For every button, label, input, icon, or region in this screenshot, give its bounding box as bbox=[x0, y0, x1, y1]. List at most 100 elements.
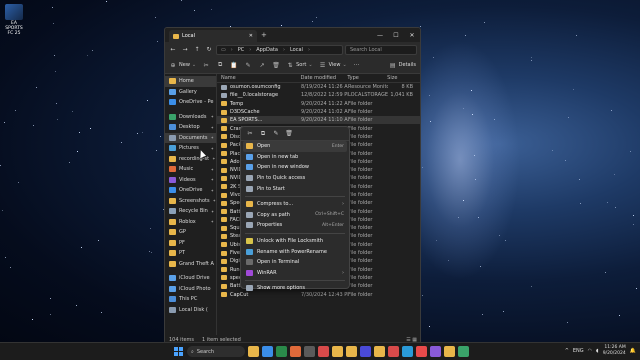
sidebar-item[interactable]: OneDrive - Pe bbox=[165, 97, 216, 108]
sidebar-item[interactable]: Grand Theft A bbox=[165, 259, 216, 270]
sidebar-item[interactable]: recording-st ✦ bbox=[165, 154, 216, 165]
menu-item[interactable]: Open in new tab bbox=[241, 152, 349, 163]
menu-item[interactable]: Open in new window bbox=[241, 162, 349, 173]
file-row[interactable]: Temp 9/20/2024 11:22 AM File folder bbox=[217, 100, 420, 108]
forward-button[interactable]: → bbox=[180, 46, 190, 53]
sidebar-item[interactable]: Pictures ✦ bbox=[165, 143, 216, 154]
sidebar-item[interactable]: This PC bbox=[165, 294, 216, 305]
close-button[interactable]: ✕ bbox=[404, 32, 420, 39]
file-row[interactable]: file__0.localstorage 12/8/2022 12:59 PM LO… bbox=[217, 91, 420, 99]
menu-item[interactable]: Rename with PowerRename bbox=[241, 246, 349, 257]
up-button[interactable]: ↑ bbox=[192, 46, 202, 53]
menu-item[interactable]: Pin to Start bbox=[241, 183, 349, 194]
sidebar-item[interactable]: Videos ✦ bbox=[165, 175, 216, 186]
menu-item[interactable]: Show more options bbox=[241, 283, 349, 294]
menu-item[interactable]: Open in Terminal bbox=[241, 257, 349, 268]
taskbar-app-icon[interactable] bbox=[304, 346, 315, 357]
close-tab-icon[interactable]: ✕ bbox=[249, 33, 253, 39]
column-date[interactable]: Date modified bbox=[301, 75, 348, 81]
paste-icon[interactable]: 📋 bbox=[230, 62, 238, 69]
sidebar-item[interactable]: PT bbox=[165, 248, 216, 259]
taskbar-app-icon[interactable] bbox=[318, 346, 329, 357]
sidebar-item[interactable]: Roblox ✦ bbox=[165, 217, 216, 228]
sidebar-item[interactable]: Music ✦ bbox=[165, 164, 216, 175]
start-button[interactable] bbox=[174, 346, 184, 357]
view-button[interactable]: ☰ View ⌄ bbox=[319, 62, 347, 69]
breadcrumb-appdata[interactable]: AppData bbox=[256, 47, 278, 53]
menu-item[interactable]: WinRAR › bbox=[241, 268, 349, 279]
menu-item[interactable]: Properties Alt+Enter bbox=[241, 220, 349, 231]
sidebar-item[interactable]: OneDrive ✦ bbox=[165, 185, 216, 196]
file-row[interactable]: D3DSCache 9/20/2024 11:02 AM File folder bbox=[217, 108, 420, 116]
file-row[interactable]: osumon.osumconfig 8/19/2024 11:26 AM Resou… bbox=[217, 83, 420, 91]
menu-item[interactable]: Open Enter bbox=[243, 141, 347, 152]
file-row[interactable]: EA SPORTS... 9/20/2024 11:10 AM File folde… bbox=[217, 116, 420, 125]
sidebar-item[interactable]: GP bbox=[165, 227, 216, 238]
taskbar-app-icon[interactable] bbox=[290, 346, 301, 357]
taskbar-app-icon[interactable] bbox=[276, 346, 287, 357]
menu-item[interactable]: Unlock with File Locksmith bbox=[241, 236, 349, 247]
delete-icon[interactable]: 🗑 bbox=[285, 130, 293, 137]
notification-icon[interactable]: 🔔 bbox=[630, 348, 636, 354]
sidebar-item[interactable]: Local Disk ( bbox=[165, 305, 216, 316]
sidebar-item[interactable]: Gallery bbox=[165, 87, 216, 98]
taskbar-app-icon[interactable] bbox=[458, 346, 469, 357]
back-button[interactable]: ← bbox=[168, 46, 178, 53]
taskbar-app-icon[interactable] bbox=[402, 346, 413, 357]
new-tab-button[interactable]: + bbox=[261, 31, 267, 39]
new-button[interactable]: ⊕ New ⌄ bbox=[169, 62, 196, 69]
taskbar-app-icon[interactable] bbox=[374, 346, 385, 357]
clock[interactable]: 11:26 AM 9/20/2024 bbox=[603, 345, 626, 357]
tray-chevron-icon[interactable]: ^ bbox=[565, 348, 569, 354]
column-type[interactable]: Type bbox=[347, 75, 387, 81]
search-input[interactable]: Search Local bbox=[345, 44, 417, 55]
taskbar-app-icon[interactable] bbox=[346, 346, 357, 357]
sidebar-item[interactable]: Desktop ✦ bbox=[165, 122, 216, 133]
refresh-button[interactable]: ↻ bbox=[204, 46, 214, 53]
sidebar-item[interactable]: Downloads ✦ bbox=[165, 112, 216, 123]
taskbar-app-icon[interactable] bbox=[388, 346, 399, 357]
taskbar-app-icon[interactable] bbox=[248, 346, 259, 357]
taskbar-app-icon[interactable] bbox=[332, 346, 343, 357]
star bbox=[636, 288, 637, 289]
copy-icon[interactable]: ⧉ bbox=[259, 130, 267, 138]
taskbar-app-icon[interactable] bbox=[262, 346, 273, 357]
address-bar[interactable]: ▭ › PC › AppData › Local › bbox=[216, 44, 343, 55]
menu-item[interactable]: Copy as path Ctrl+Shift+C bbox=[241, 210, 349, 221]
share-icon[interactable]: ↗ bbox=[258, 62, 266, 69]
delete-icon[interactable]: 🗑 bbox=[272, 62, 280, 69]
tab-local[interactable]: Local ✕ bbox=[169, 30, 257, 42]
minimize-button[interactable]: — bbox=[372, 32, 388, 39]
volume-icon[interactable]: ◖ bbox=[596, 348, 599, 354]
desktop-icon-ea-sports[interactable]: EA SPORTS FC 25 bbox=[4, 4, 24, 36]
sidebar-item[interactable]: Recycle Bin ✦ bbox=[165, 206, 216, 217]
sidebar-item[interactable]: Screenshots ✦ bbox=[165, 196, 216, 207]
taskbar-app-icon[interactable] bbox=[430, 346, 441, 357]
rename-icon[interactable]: ✎ bbox=[272, 130, 280, 137]
language-indicator[interactable]: ENG bbox=[573, 348, 584, 354]
column-name[interactable]: Name bbox=[217, 75, 301, 81]
sidebar-item[interactable]: PF bbox=[165, 238, 216, 249]
sort-button[interactable]: ⇅ Sort ⌄ bbox=[286, 62, 313, 69]
cut-icon[interactable]: ✂ bbox=[202, 62, 210, 69]
sidebar-item[interactable]: Documents ✦ bbox=[165, 132, 216, 143]
menu-item[interactable]: Compress to... › bbox=[241, 199, 349, 210]
rename-icon[interactable]: ✎ bbox=[244, 62, 252, 69]
menu-item[interactable]: Pin to Quick access bbox=[241, 173, 349, 184]
column-size[interactable]: Size bbox=[387, 75, 420, 81]
taskbar-app-icon[interactable] bbox=[360, 346, 371, 357]
sidebar-item[interactable]: Home bbox=[165, 76, 216, 87]
maximize-button[interactable]: ☐ bbox=[388, 32, 404, 39]
more-options-button[interactable]: ··· bbox=[353, 62, 361, 69]
cut-icon[interactable]: ✂ bbox=[246, 130, 254, 137]
wifi-icon[interactable]: ◠ bbox=[588, 348, 592, 354]
taskbar-app-icon[interactable] bbox=[444, 346, 455, 357]
taskbar-search[interactable]: ⌕ Search bbox=[187, 346, 245, 357]
copy-icon[interactable]: ⧉ bbox=[216, 61, 224, 69]
breadcrumb-pc[interactable]: PC bbox=[238, 47, 245, 53]
sidebar-item[interactable]: iCloud Photo bbox=[165, 284, 216, 295]
breadcrumb-local[interactable]: Local bbox=[290, 47, 303, 53]
details-button[interactable]: ▤ Details bbox=[389, 62, 416, 69]
taskbar-app-icon[interactable] bbox=[416, 346, 427, 357]
sidebar-item[interactable]: iCloud Drive bbox=[165, 273, 216, 284]
